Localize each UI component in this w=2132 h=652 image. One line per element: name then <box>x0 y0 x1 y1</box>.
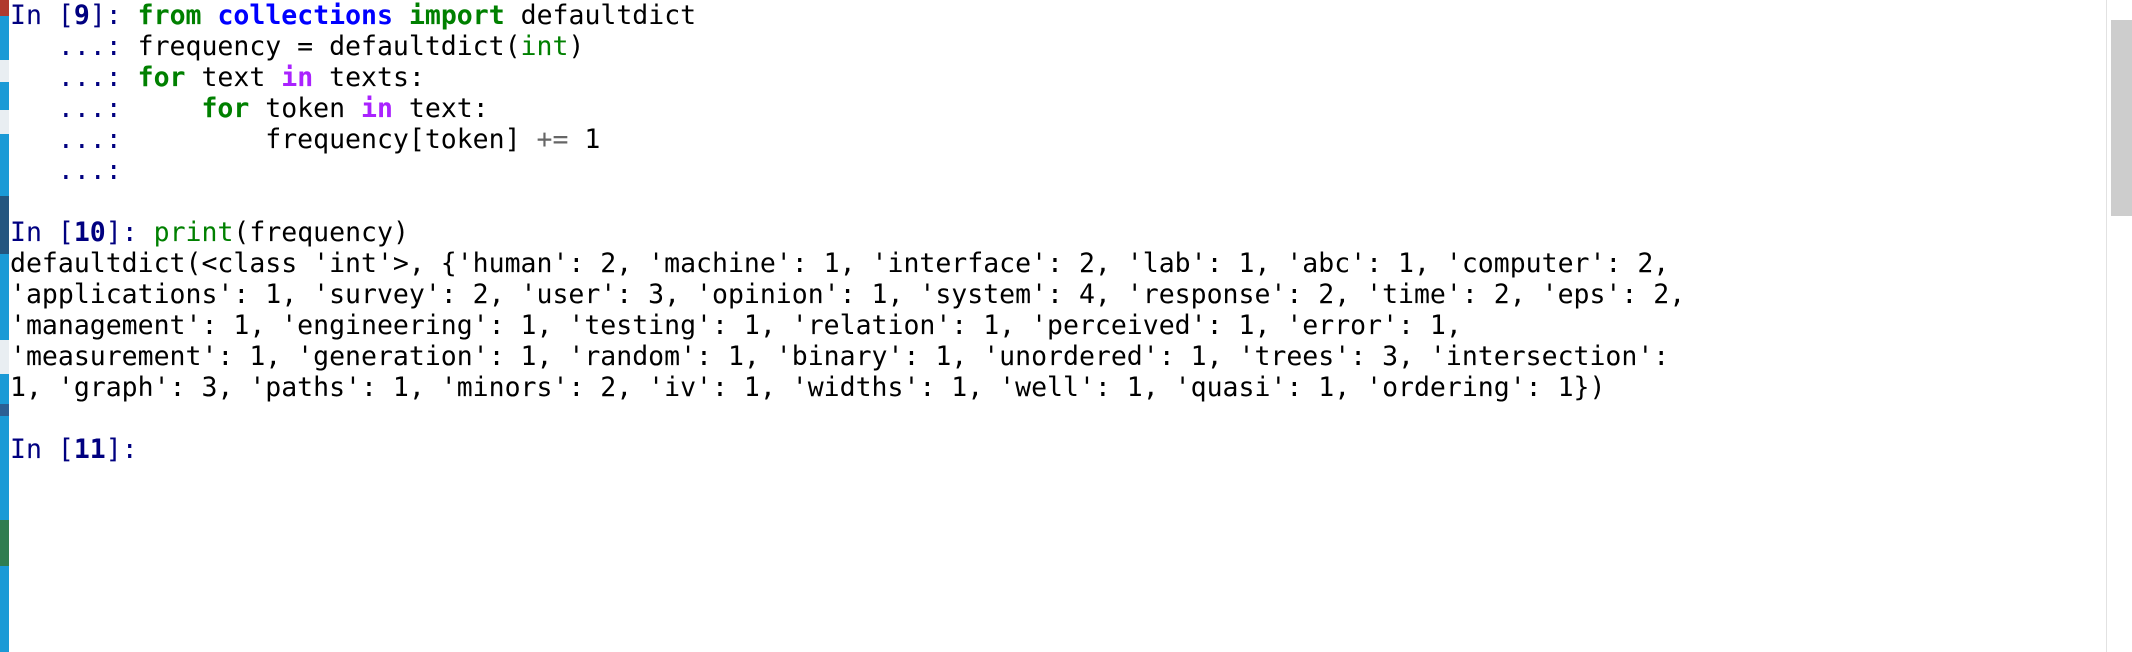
token-out: 'measurement': 1, 'generation': 1, 'rand… <box>10 341 1670 372</box>
token-prompt-cont: ...: <box>10 155 138 186</box>
console-line: ...: frequency[token] += 1 <box>10 124 2105 155</box>
gutter-mark <box>0 110 9 134</box>
gutter-mark <box>0 404 9 416</box>
console-line: ...: for token in text: <box>10 93 2105 124</box>
token-prompt-in: ]: <box>105 434 154 465</box>
token-out: 1, 'graph': 3, 'paths': 1, 'minors': 2, … <box>10 372 1606 403</box>
token-op: += <box>536 124 569 155</box>
gutter-mark <box>0 520 9 566</box>
token-prompt-in: ]: <box>105 217 154 248</box>
token-prompt-cont: ...: <box>10 93 138 124</box>
token-plain: token <box>249 93 362 124</box>
gutter-mark <box>0 60 9 82</box>
token-prompt-in: In [ <box>10 0 74 31</box>
token-prompt-num: 10 <box>73 217 106 248</box>
token-prompt-in: ]: <box>89 0 138 31</box>
token-plain: defaultdict <box>504 0 697 31</box>
console-line: defaultdict(<class 'int'>, {'human': 2, … <box>10 248 2105 279</box>
token-kw: for <box>137 62 186 93</box>
token-plain: text: <box>392 93 489 124</box>
token-out: defaultdict(<class 'int'>, {'human': 2, … <box>10 248 1670 279</box>
token-prompt-cont: ...: <box>10 31 138 62</box>
token-op-kw: in <box>361 93 393 124</box>
token-builtin: int <box>520 31 569 62</box>
console-line: In [11]: <box>10 434 2105 465</box>
gutter-mark <box>0 196 9 254</box>
token-kw: for <box>201 93 250 124</box>
console-line: ...: for text in texts: <box>10 62 2105 93</box>
console-text-area[interactable]: In [9]: from collections import defaultd… <box>9 0 2105 652</box>
token-plain: frequency = defaultdict( <box>137 31 521 62</box>
console-line: ...: frequency = defaultdict(int) <box>10 31 2105 62</box>
console-line: 'management': 1, 'engineering': 1, 'test… <box>10 310 2105 341</box>
console-line: In [10]: print(frequency) <box>10 217 2105 248</box>
token-prompt-cont: ...: <box>10 62 138 93</box>
token-mod: collections <box>217 0 393 31</box>
token-plain: ) <box>568 31 585 62</box>
token-func: print <box>153 217 234 248</box>
token-kw: from <box>137 0 202 31</box>
token-plain: texts: <box>313 62 425 93</box>
scrollbar-thumb[interactable] <box>2111 20 2132 216</box>
token-prompt-num: 9 <box>73 0 90 31</box>
gutter-mark <box>0 340 9 374</box>
console-line: 1, 'graph': 3, 'paths': 1, 'minors': 2, … <box>10 372 2105 403</box>
token-prompt-cont: ...: <box>10 124 138 155</box>
token-out: 'management': 1, 'engineering': 1, 'test… <box>10 310 1462 341</box>
vertical-scrollbar[interactable] <box>2106 0 2132 652</box>
token-plain: 1 <box>584 124 601 155</box>
token-out: 'applications': 1, 'survey': 2, 'user': … <box>10 279 1686 310</box>
token-op-kw: in <box>281 62 314 93</box>
token-plain: (frequency) <box>233 217 409 248</box>
gutter-mark <box>0 0 9 16</box>
console-line: 'measurement': 1, 'generation': 1, 'rand… <box>10 341 2105 372</box>
token-prompt-in: In [ <box>10 217 74 248</box>
left-margin-minimap[interactable] <box>0 0 9 652</box>
console-line: ...: <box>10 155 2105 186</box>
ipython-console: In [9]: from collections import defaultd… <box>0 0 2132 652</box>
console-line: In [9]: from collections import defaultd… <box>10 0 2105 31</box>
token-prompt-in: In [ <box>10 434 74 465</box>
console-line: 'applications': 1, 'survey': 2, 'user': … <box>10 279 2105 310</box>
token-kw: import <box>408 0 505 31</box>
token-plain: text <box>185 62 282 93</box>
token-prompt-num: 11 <box>73 434 106 465</box>
token-plain: frequency[token] <box>137 124 537 155</box>
